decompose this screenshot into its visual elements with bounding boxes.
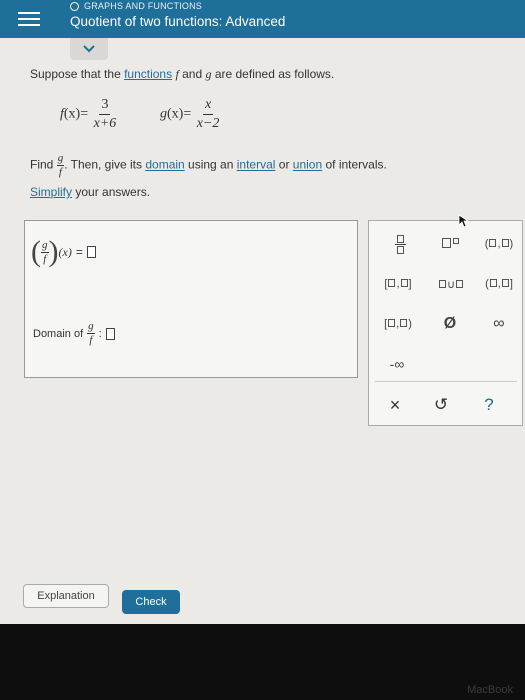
answer-panel: ( gf ) (x) = Domain of gf : (24, 220, 358, 378)
exponent-key[interactable] (437, 233, 463, 255)
left-paren: ( (31, 235, 41, 268)
quotient-answer-row: ( gf ) (x) = (31, 235, 96, 269)
closed-open-interval-key[interactable]: [,) (375, 313, 421, 335)
top-bar: GRAPHS AND FUNCTIONS Quotient of two fun… (0, 0, 525, 38)
simplify-text: your answers. (72, 185, 151, 199)
answer-fraction: gf (41, 238, 49, 265)
intro-text: Suppose that the (30, 67, 125, 81)
close-icon: × (389, 394, 401, 415)
answer-numerator: g (41, 238, 49, 253)
closed-interval-key[interactable]: [,] (375, 273, 421, 295)
using-text: using an (184, 157, 237, 172)
functions-link[interactable]: functions (124, 67, 172, 81)
union-icon: ∪ (438, 278, 464, 291)
interval-link[interactable]: interval (237, 158, 276, 172)
f-fraction: 3 x+6 (92, 98, 119, 131)
mouse-cursor-icon (458, 214, 470, 228)
menu-icon[interactable] (18, 8, 40, 30)
quotient-input[interactable] (86, 246, 96, 258)
domain-numerator: g (87, 320, 95, 334)
closed-interval-icon: [,] (384, 278, 412, 290)
fraction-key[interactable] (389, 233, 411, 255)
chevron-down-icon (83, 45, 95, 53)
check-button[interactable]: Check (122, 590, 180, 614)
find-denominator: f (58, 166, 62, 178)
topic-text: GRAPHS AND FUNCTIONS (84, 1, 203, 11)
page-title: Quotient of two functions: Advanced (70, 14, 286, 29)
closed-open-interval-icon: [,) (384, 318, 412, 330)
f-denominator: x+6 (93, 116, 117, 131)
find-instruction: Find gf. Then, give its domain using an … (30, 153, 387, 178)
then-text: . Then, give its (64, 157, 146, 172)
negative-infinity-key[interactable]: -∞ (379, 353, 415, 375)
g-arg: (x)= (167, 106, 192, 122)
infinity-key[interactable]: ∞ (481, 313, 517, 335)
domain-answer-row: Domain of gf : (33, 321, 115, 346)
answer-arg: (x) (58, 244, 72, 259)
g-definition: g(x)= x x−2 (160, 98, 221, 131)
circle-icon (70, 1, 79, 11)
negative-infinity-icon: -∞ (389, 356, 405, 372)
union-link[interactable]: union (293, 158, 322, 172)
simplify-link[interactable]: Simplify (30, 185, 72, 199)
answer-denominator: f (43, 252, 47, 265)
f-definition: f(x)= 3 x+6 (60, 98, 118, 131)
math-keypad: (,) [,] ∪ (,] [,) Ø ∞ -∞ × ↺ ? (368, 220, 523, 426)
undo-icon: ↺ (433, 395, 449, 414)
domain-link[interactable]: domain (145, 158, 184, 172)
simplify-instruction: Simplify your answers. (30, 185, 150, 199)
domain-fraction: gf (87, 321, 95, 346)
union-key[interactable]: ∪ (431, 273, 471, 295)
of-intervals-text: of intervals. (322, 157, 387, 172)
problem-intro: Suppose that the functions f and g are d… (30, 67, 334, 82)
find-text: Find (30, 157, 54, 172)
brand-label: MacBook (467, 684, 513, 696)
empty-set-icon: Ø (443, 315, 457, 332)
keypad-divider (375, 381, 517, 382)
intro-end-text: are defined as follows. (211, 67, 335, 81)
exponent-icon (441, 237, 460, 251)
question-icon: ? (484, 395, 494, 414)
f-numerator: 3 (99, 98, 111, 115)
explanation-button[interactable]: Explanation (23, 584, 109, 608)
open-interval-icon: (,) (484, 238, 514, 250)
open-closed-interval-key[interactable]: (,] (477, 273, 521, 295)
fraction-icon (394, 234, 406, 254)
domain-label: Domain of (33, 327, 84, 340)
infinity-icon: ∞ (493, 315, 505, 332)
right-paren: ) (48, 235, 59, 268)
or-text: or (275, 157, 293, 172)
domain-input[interactable] (105, 327, 115, 340)
laptop-bezel: MacBook (0, 624, 525, 700)
topic-label: GRAPHS AND FUNCTIONS (70, 1, 202, 11)
g-numerator: x (202, 98, 214, 115)
f-arg: (x)= (63, 106, 89, 122)
g-denominator: x−2 (196, 116, 220, 131)
open-closed-interval-icon: (,] (485, 278, 513, 290)
equals-sign: = (75, 245, 83, 259)
domain-denominator: f (89, 334, 93, 346)
open-open-interval-key[interactable]: (,) (479, 233, 519, 255)
clear-key[interactable]: × (383, 393, 407, 417)
domain-colon: : (98, 327, 102, 340)
empty-set-key[interactable]: Ø (435, 313, 465, 335)
undo-key[interactable]: ↺ (429, 393, 453, 417)
g-fraction: x x−2 (195, 98, 222, 131)
g-name: g (160, 106, 167, 122)
and-text: and (178, 67, 206, 81)
expand-toggle[interactable] (70, 38, 108, 60)
help-key[interactable]: ? (477, 393, 501, 417)
